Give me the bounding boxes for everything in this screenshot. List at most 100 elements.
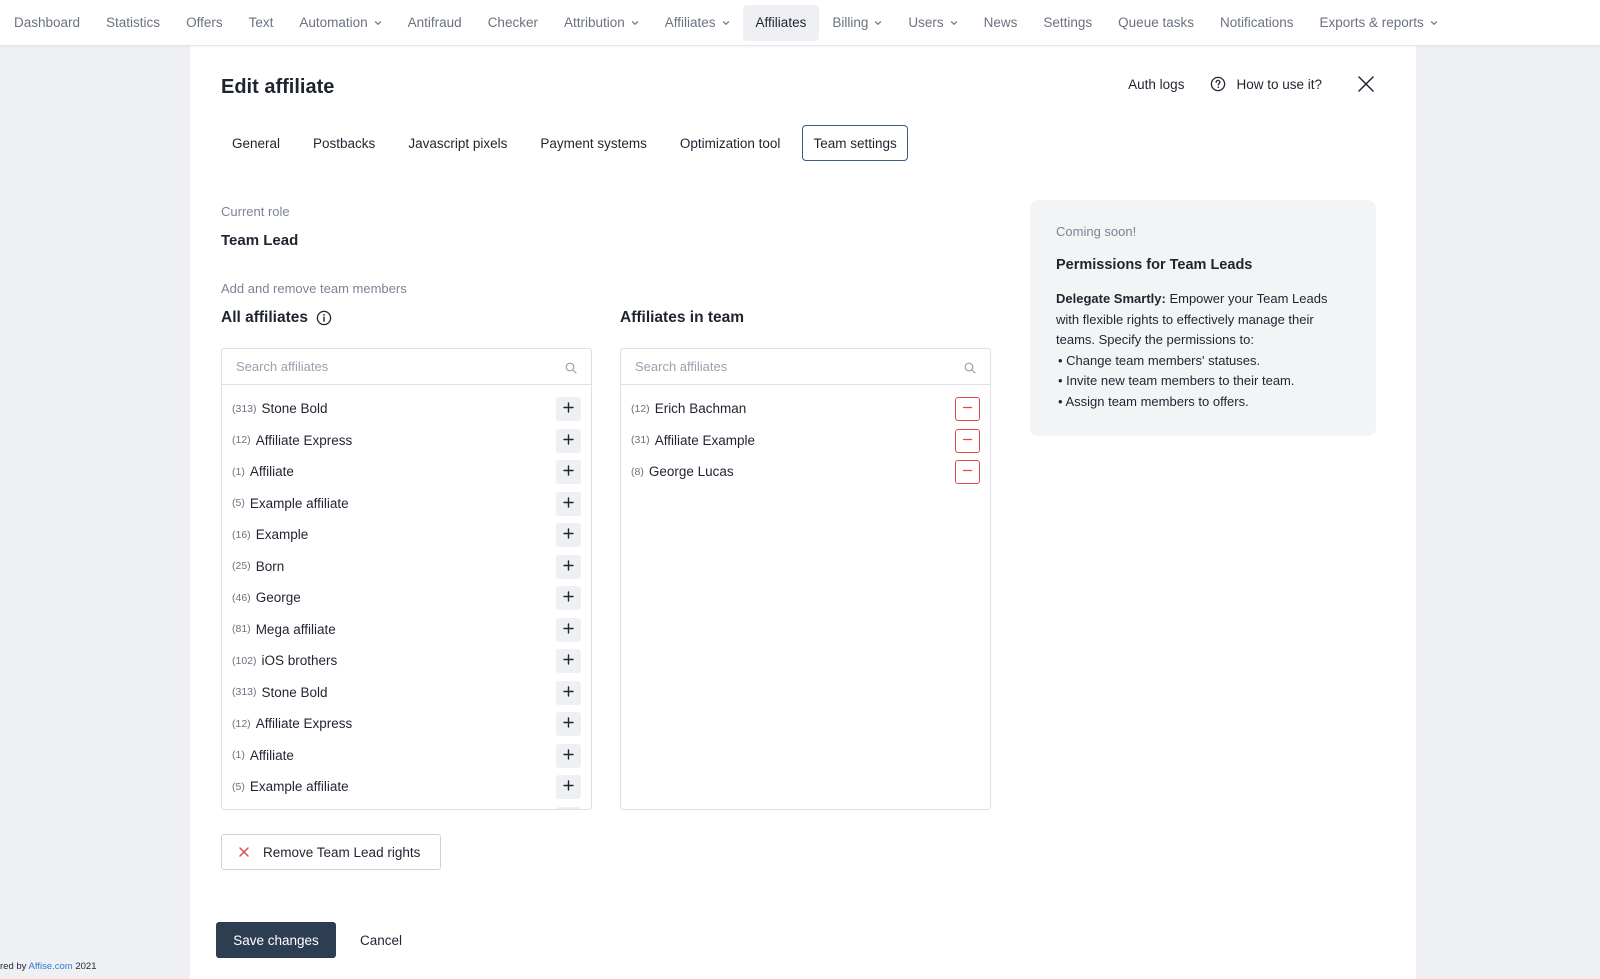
add-to-team-button[interactable] xyxy=(556,649,581,673)
nav-item-billing[interactable]: Billing xyxy=(819,5,895,41)
team-member-row: (31) Affiliate Example xyxy=(621,425,990,457)
tab-general[interactable]: General xyxy=(221,125,291,161)
affiliate-name: Affiliate Example xyxy=(654,432,755,448)
chevron-down-icon xyxy=(1430,19,1438,27)
close-icon xyxy=(238,846,250,858)
affiliate-id: (12) xyxy=(631,402,650,415)
chevron-down-icon xyxy=(722,19,730,27)
affiliate-name: Erich Bachman xyxy=(654,401,747,417)
add-to-team-button[interactable] xyxy=(556,491,581,516)
nav-item-text[interactable]: Text xyxy=(236,5,287,41)
nav-item-news[interactable]: News xyxy=(971,5,1031,41)
add-to-team-button[interactable] xyxy=(556,712,581,736)
nav-item-label: Notifications xyxy=(1219,15,1294,30)
affiliate-row: (46) George xyxy=(222,582,591,614)
auth-logs-link[interactable]: Auth logs xyxy=(1128,77,1184,92)
tab-optimization-tool[interactable]: Optimization tool xyxy=(669,125,792,161)
affiliate-id: (1) xyxy=(232,749,245,762)
add-to-team-button[interactable] xyxy=(556,775,581,799)
all-affiliates-list[interactable]: (313) Stone Bold (12) Affiliate Express (1) A… xyxy=(221,348,592,810)
add-to-team-button[interactable] xyxy=(556,806,581,809)
add-to-team-button[interactable] xyxy=(556,586,581,610)
add-to-team-button[interactable] xyxy=(556,523,581,547)
plus-icon xyxy=(563,432,574,450)
affiliate-name: Example xyxy=(255,527,309,543)
chevron-down-icon xyxy=(374,19,382,27)
affiliate-id: (5) xyxy=(232,780,245,793)
nav-item-dashboard[interactable]: Dashboard xyxy=(1,5,93,41)
add-to-team-button[interactable] xyxy=(556,617,581,642)
nav-item-offers[interactable]: Offers xyxy=(173,5,236,41)
affiliate-row: (12) Affiliate Express xyxy=(222,425,591,457)
nav-item-automation[interactable]: Automation xyxy=(286,5,394,41)
nav-item-settings[interactable]: Settings xyxy=(1030,5,1105,41)
header-actions: Auth logs How to use it? xyxy=(1128,74,1376,94)
footer-link[interactable]: Affise.com xyxy=(29,961,73,972)
save-changes-button[interactable]: Save changes xyxy=(216,922,336,958)
nav-item-affiliates[interactable]: Affiliates xyxy=(652,5,743,41)
plus-icon xyxy=(563,652,574,670)
search-icon[interactable] xyxy=(565,361,577,374)
remove-from-team-button[interactable] xyxy=(955,460,980,484)
remove-from-team-button[interactable] xyxy=(955,397,980,421)
nav-item-label: Checker xyxy=(487,15,538,30)
nav-item-statistics[interactable]: Statistics xyxy=(93,5,173,41)
plus-icon xyxy=(563,463,574,481)
affiliate-id: (81) xyxy=(232,623,251,636)
search-icon[interactable] xyxy=(964,361,976,374)
tab-javascript-pixels[interactable]: Javascript pixels xyxy=(397,125,518,161)
nav-item-affiliates[interactable]: Affiliates xyxy=(742,4,820,41)
add-to-team-button[interactable] xyxy=(556,428,581,453)
how-to-use-link[interactable]: How to use it? xyxy=(1210,76,1322,92)
add-to-team-button[interactable] xyxy=(556,554,581,579)
plus-icon xyxy=(563,526,574,544)
nav-item-antifraud[interactable]: Antifraud xyxy=(395,5,475,41)
tab-payment-systems[interactable]: Payment systems xyxy=(529,125,658,161)
affiliate-row: (1) Affiliate xyxy=(222,740,591,772)
nav-item-queue-tasks[interactable]: Queue tasks xyxy=(1105,5,1207,41)
all-affiliates-rows: (313) Stone Bold (12) Affiliate Express (1) A… xyxy=(222,385,591,809)
plus-icon xyxy=(563,558,574,576)
edit-affiliate-panel: Edit affiliate Auth logs How to use it? … xyxy=(190,46,1416,979)
card-lead-bold: Delegate Smartly: xyxy=(1056,291,1166,306)
nav-item-label: Users xyxy=(908,15,944,30)
add-to-team-button[interactable] xyxy=(556,397,581,421)
affiliate-row: (5) Example affiliate xyxy=(222,771,591,803)
cancel-button[interactable]: Cancel xyxy=(360,922,402,958)
team-affiliates-search-input[interactable] xyxy=(635,359,964,374)
nav-item-label: Exports & reports xyxy=(1319,15,1424,30)
affiliate-row: (5) Example affiliate xyxy=(222,488,591,520)
info-icon[interactable] xyxy=(316,310,332,326)
team-section-label: Add and remove team members xyxy=(221,281,407,296)
minus-icon xyxy=(962,400,973,418)
nav-item-label: Attribution xyxy=(563,15,625,30)
affiliate-row: (102) iOS brothers xyxy=(222,645,591,677)
affiliate-id: (8) xyxy=(631,465,644,478)
add-to-team-button[interactable] xyxy=(556,460,581,484)
page-title: Edit affiliate xyxy=(221,76,335,98)
affiliate-row: (12) Affiliate Express xyxy=(222,708,591,740)
nav-item-notifications[interactable]: Notifications xyxy=(1207,5,1307,41)
remove-team-lead-rights-button[interactable]: Remove Team Lead rights xyxy=(221,834,441,870)
affiliate-id: (12) xyxy=(232,434,251,447)
team-affiliates-list[interactable]: (12) Erich Bachman (31) Affiliate Example (8… xyxy=(620,348,991,810)
nav-item-checker[interactable]: Checker xyxy=(475,5,551,41)
close-icon[interactable] xyxy=(1356,74,1376,94)
nav-item-exports-reports[interactable]: Exports & reports xyxy=(1307,5,1451,41)
how-to-use-label: How to use it? xyxy=(1236,76,1322,92)
add-to-team-button[interactable] xyxy=(556,743,581,768)
plus-icon xyxy=(563,684,574,702)
affiliate-row: (81) Mega affiliate xyxy=(222,614,591,646)
nav-item-label: Dashboard xyxy=(14,15,81,30)
affiliate-name: George Lucas xyxy=(648,464,734,480)
tab-team-settings[interactable]: Team settings xyxy=(802,125,908,161)
nav-item-attribution[interactable]: Attribution xyxy=(551,5,652,41)
tab-postbacks[interactable]: Postbacks xyxy=(302,125,386,161)
nav-item-users[interactable]: Users xyxy=(895,5,970,41)
nav-item-label: Settings xyxy=(1043,15,1093,30)
affiliate-id: (25) xyxy=(232,560,251,573)
remove-from-team-button[interactable] xyxy=(955,428,980,453)
all-affiliates-search-input[interactable] xyxy=(236,359,565,374)
add-to-team-button[interactable] xyxy=(556,680,581,705)
coming-soon-label: Coming soon! xyxy=(1056,224,1137,239)
